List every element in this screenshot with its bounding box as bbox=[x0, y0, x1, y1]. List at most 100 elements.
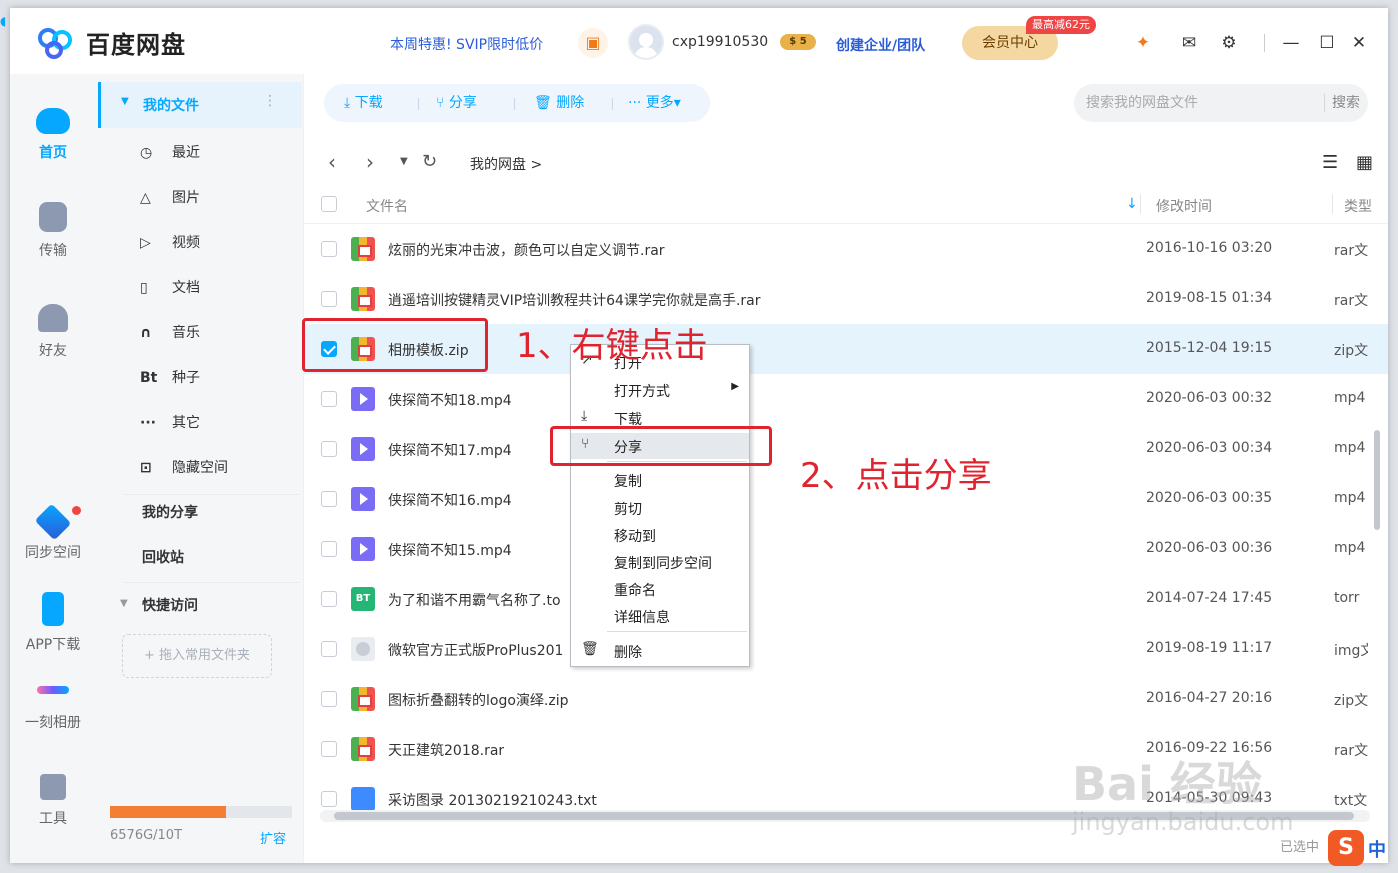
file-name[interactable]: 逍遥培训按键精灵VIP培训教程共计64课学完你就是高手.rar bbox=[388, 290, 761, 310]
delete-label: 删除 bbox=[556, 95, 585, 111]
promo-link[interactable]: 本周特惠! SVIP限时低价 bbox=[390, 34, 543, 54]
rail-friends[interactable]: 好友 bbox=[10, 304, 96, 360]
file-name[interactable]: 采访图录 20130219210243.txt bbox=[388, 790, 597, 810]
more-label: 更多▾ bbox=[645, 95, 681, 111]
row-checkbox[interactable] bbox=[321, 591, 337, 607]
row-checkbox[interactable] bbox=[321, 291, 337, 307]
select-all-checkbox[interactable] bbox=[321, 196, 337, 212]
table-row[interactable]: 逍遥培训按键精灵VIP培训教程共计64课学完你就是高手.rar 2019-08-1… bbox=[304, 274, 1388, 324]
file-name[interactable]: 侠探简不知16.mp4 bbox=[388, 490, 512, 510]
file-name[interactable]: 侠探简不知17.mp4 bbox=[388, 440, 512, 460]
context-menu-item[interactable]: 重命名 bbox=[571, 576, 749, 602]
search-input[interactable] bbox=[1086, 84, 1316, 122]
sidebar-my-share[interactable]: 我的分享 bbox=[142, 502, 198, 522]
game-icon[interactable]: ✦ bbox=[1130, 30, 1156, 56]
table-row[interactable]: 炫丽的光束冲击波，颜色可以自定义调节.rar 2016-10-16 03:20 ra… bbox=[304, 224, 1388, 274]
refresh-icon[interactable]: ↻ bbox=[422, 151, 437, 172]
row-checkbox[interactable] bbox=[321, 691, 337, 707]
row-checkbox[interactable] bbox=[321, 791, 337, 807]
header-type[interactable]: 类型 bbox=[1344, 196, 1372, 216]
context-menu-item[interactable]: 🗑 删除 bbox=[571, 638, 749, 664]
table-row[interactable]: 微软官方正式版ProPlus201 2019-08-19 11:17 img文 bbox=[304, 624, 1388, 674]
file-name[interactable]: 为了和谐不用霸气名称了.to bbox=[388, 590, 561, 610]
file-type: mp4 bbox=[1334, 390, 1366, 406]
maximize-icon[interactable]: ☐ bbox=[1314, 30, 1340, 56]
sidebar-item-music[interactable]: ∩ 音乐 bbox=[140, 322, 200, 352]
sidebar-item-hidden-space[interactable]: ⊡ 隐藏空间 bbox=[140, 457, 228, 487]
more-vertical-icon[interactable]: ⋮ bbox=[263, 93, 277, 109]
rail-transfer[interactable]: 传输 bbox=[10, 202, 96, 260]
file-name[interactable]: 图标折叠翻转的logo演绎.zip bbox=[388, 690, 568, 710]
context-menu-item[interactable]: 剪切 bbox=[571, 495, 749, 521]
document-icon: ▯ bbox=[140, 280, 148, 296]
context-menu-item[interactable]: 复制 bbox=[571, 467, 749, 493]
context-menu-item[interactable]: 复制到同步空间 bbox=[571, 549, 749, 575]
file-mtime: 2020-06-03 00:35 bbox=[1146, 490, 1273, 506]
row-checkbox[interactable] bbox=[321, 491, 337, 507]
rail-album[interactable]: 一刻相册 bbox=[10, 674, 96, 732]
file-name[interactable]: 微软官方正式版ProPlus201 bbox=[388, 640, 563, 660]
sidebar-recycle-bin[interactable]: 回收站 bbox=[142, 547, 184, 567]
sidebar-item-recent[interactable]: ◷ 最近 bbox=[140, 142, 200, 172]
delete-button[interactable]: 🗑 删除 bbox=[534, 84, 584, 122]
breadcrumb[interactable]: 我的网盘 > bbox=[470, 154, 542, 174]
avatar[interactable] bbox=[628, 24, 664, 60]
video-icon: ▷ bbox=[140, 235, 151, 251]
drop-common-folder-zone[interactable]: + 拖入常用文件夹 bbox=[122, 634, 272, 678]
table-row[interactable]: 侠探简不知18.mp4 2020-06-03 00:32 mp4 bbox=[304, 374, 1388, 424]
settings-icon[interactable]: ⚙ bbox=[1216, 30, 1242, 56]
file-name[interactable]: 炫丽的光束冲击波，颜色可以自定义调节.rar bbox=[388, 240, 665, 260]
sort-icon[interactable]: ☰ bbox=[1322, 152, 1338, 173]
row-checkbox[interactable] bbox=[321, 541, 337, 557]
rail-sync[interactable]: 同步空间 bbox=[10, 503, 96, 562]
file-name[interactable]: 天正建筑2018.rar bbox=[388, 740, 504, 760]
file-name[interactable]: 侠探简不知15.mp4 bbox=[388, 540, 512, 560]
row-checkbox[interactable] bbox=[321, 441, 337, 457]
ime-indicator[interactable]: S 中 bbox=[1328, 828, 1394, 868]
table-row[interactable]: BT 为了和谐不用霸气名称了.to 2014-07-24 17:45 torr bbox=[304, 574, 1388, 624]
download-button[interactable]: ⤓ 下载 bbox=[344, 84, 383, 122]
table-row[interactable]: 侠探简不知15.mp4 2020-06-03 00:36 mp4 bbox=[304, 524, 1388, 574]
more-button[interactable]: ··· 更多▾ bbox=[628, 84, 681, 122]
row-checkbox[interactable] bbox=[321, 641, 337, 657]
svip-badge[interactable]: $ 5 bbox=[780, 34, 816, 50]
sidebar-my-files[interactable]: ▼ 我的文件 ⋮ bbox=[98, 82, 302, 128]
expand-storage-link[interactable]: 扩容 bbox=[260, 828, 286, 847]
table-row[interactable]: 图标折叠翻转的logo演绎.zip 2016-04-27 20:16 zip文 bbox=[304, 674, 1388, 724]
context-menu-item[interactable]: 移动到 bbox=[571, 522, 749, 548]
forward-icon[interactable]: › bbox=[366, 150, 374, 174]
sidebar-item-documents[interactable]: ▯ 文档 bbox=[140, 277, 200, 307]
close-icon[interactable]: ✕ bbox=[1346, 30, 1372, 56]
sort-arrow-icon[interactable]: ↓ bbox=[1126, 196, 1138, 212]
vertical-scrollbar[interactable] bbox=[1372, 230, 1382, 790]
sidebar-item-images[interactable]: △ 图片 bbox=[140, 187, 200, 217]
sidebar-item-torrents[interactable]: Bt 种子 bbox=[140, 367, 200, 397]
share-button[interactable]: ⑂ 分享 bbox=[436, 84, 477, 122]
history-dropdown-icon[interactable]: ▼ bbox=[400, 156, 408, 167]
rail-home[interactable]: 首页 bbox=[10, 102, 96, 162]
row-checkbox[interactable] bbox=[321, 241, 337, 257]
grid-view-icon[interactable]: ▦ bbox=[1356, 152, 1373, 173]
back-icon[interactable]: ‹ bbox=[328, 150, 336, 174]
vertical-scroll-thumb[interactable] bbox=[1374, 430, 1380, 530]
sidebar-item-other[interactable]: ··· 其它 bbox=[140, 412, 200, 442]
header-mtime[interactable]: 修改时间 bbox=[1156, 196, 1212, 216]
sidebar-divider bbox=[124, 582, 300, 583]
row-checkbox[interactable] bbox=[321, 741, 337, 757]
sidebar-quick-access[interactable]: 快捷访问 bbox=[142, 595, 198, 615]
search-button[interactable]: 搜索 bbox=[1332, 84, 1360, 122]
rail-app-download[interactable]: APP下载 bbox=[10, 592, 96, 654]
rail-tools[interactable]: 工具 bbox=[10, 774, 96, 828]
row-checkbox[interactable] bbox=[321, 391, 337, 407]
context-menu-item[interactable]: 打开方式 ▶ bbox=[571, 377, 749, 403]
file-mtime: 2016-10-16 03:20 bbox=[1146, 240, 1273, 256]
minimize-icon[interactable]: — bbox=[1278, 30, 1304, 56]
gift-icon[interactable]: ▣ bbox=[578, 28, 608, 58]
create-team-link[interactable]: 创建企业/团队 bbox=[836, 35, 925, 55]
file-name[interactable]: 侠探简不知18.mp4 bbox=[388, 390, 512, 410]
context-menu-item[interactable]: 详细信息 bbox=[571, 603, 749, 629]
mail-icon[interactable]: ✉ bbox=[1176, 30, 1202, 56]
sidebar-item-videos[interactable]: ▷ 视频 bbox=[140, 232, 200, 262]
header-name[interactable]: 文件名 bbox=[366, 196, 408, 216]
username[interactable]: cxp19910530 bbox=[672, 34, 768, 50]
